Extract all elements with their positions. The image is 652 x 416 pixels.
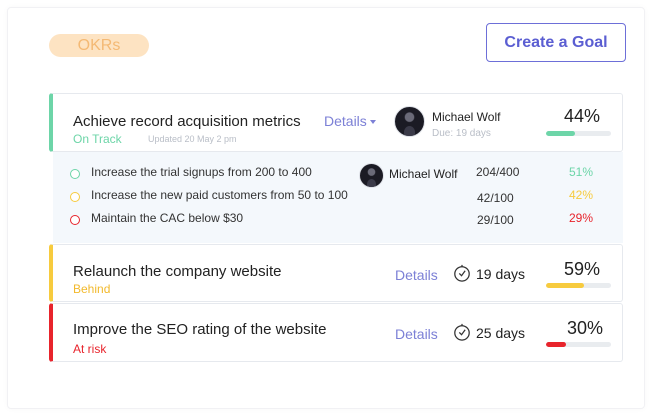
create-goal-button[interactable]: Create a Goal bbox=[486, 23, 626, 62]
goal-title: Improve the SEO rating of the website bbox=[73, 321, 327, 338]
key-result-count: 29/100 bbox=[477, 213, 514, 227]
timer-icon bbox=[454, 323, 470, 341]
details-link[interactable]: Details bbox=[395, 267, 438, 283]
chevron-down-icon bbox=[369, 120, 376, 125]
goal-status: At risk bbox=[73, 342, 107, 356]
status-dot-icon bbox=[70, 192, 80, 202]
key-result-percent: 29% bbox=[568, 211, 593, 225]
status-dot-icon bbox=[70, 215, 80, 225]
key-result-text: Maintain the CAC below $30 bbox=[91, 211, 244, 225]
key-result-owner: Michael Wolf bbox=[389, 167, 458, 181]
goal-status: Behind bbox=[73, 282, 111, 296]
key-result-row[interactable]: Maintain the CAC below $30 29/100 29% bbox=[53, 210, 623, 232]
owner-name: Michael Wolf bbox=[432, 110, 501, 124]
key-result-count: 42/100 bbox=[477, 191, 514, 205]
key-result-row[interactable]: Increase the trial signups from 200 to 4… bbox=[53, 163, 623, 188]
key-result-percent: 51% bbox=[568, 165, 593, 179]
owner-due: Due: 19 days bbox=[432, 128, 491, 139]
key-result-text: Increase the new paid customers from 50 … bbox=[91, 188, 348, 202]
goal-updated: Updated 20 May 2 pm bbox=[148, 134, 237, 144]
timer-icon bbox=[454, 264, 470, 282]
progress-bar bbox=[546, 131, 611, 136]
progress-bar bbox=[546, 283, 611, 288]
status-dot-icon bbox=[70, 169, 80, 179]
key-results-panel: Increase the trial signups from 200 to 4… bbox=[53, 152, 623, 243]
progress-bar-fill bbox=[546, 342, 566, 347]
goal-card-seo[interactable]: Improve the SEO rating of the website At… bbox=[49, 303, 623, 362]
okrs-pill: OKRs bbox=[49, 34, 149, 57]
progress-percent: 44% bbox=[564, 106, 601, 126]
key-result-row[interactable]: Increase the new paid customers from 50 … bbox=[53, 187, 623, 209]
goal-card-website[interactable]: Relaunch the company website Behind Deta… bbox=[49, 244, 623, 302]
key-result-count: 204/400 bbox=[476, 165, 520, 179]
progress-percent: 30% bbox=[567, 318, 604, 338]
progress-bar bbox=[546, 342, 611, 347]
goal-status: On Track bbox=[73, 132, 122, 146]
details-dropdown[interactable]: Details bbox=[324, 113, 376, 129]
progress-bar-fill bbox=[546, 131, 575, 136]
key-result-percent: 42% bbox=[568, 188, 593, 202]
progress-percent: 59% bbox=[564, 259, 601, 279]
days-remaining: 19 days bbox=[476, 266, 526, 282]
avatar bbox=[359, 163, 384, 188]
avatar bbox=[394, 106, 425, 137]
days-remaining: 25 days bbox=[476, 325, 526, 341]
goal-card-acquisition[interactable]: Achieve record acquisition metrics On Tr… bbox=[49, 93, 623, 152]
key-result-text: Increase the trial signups from 200 to 4… bbox=[91, 165, 312, 179]
details-label: Details bbox=[324, 113, 367, 129]
progress-bar-fill bbox=[546, 283, 585, 288]
goal-title: Relaunch the company website bbox=[73, 263, 282, 280]
goal-title: Achieve record acquisition metrics bbox=[73, 113, 301, 130]
details-link[interactable]: Details bbox=[395, 326, 438, 342]
